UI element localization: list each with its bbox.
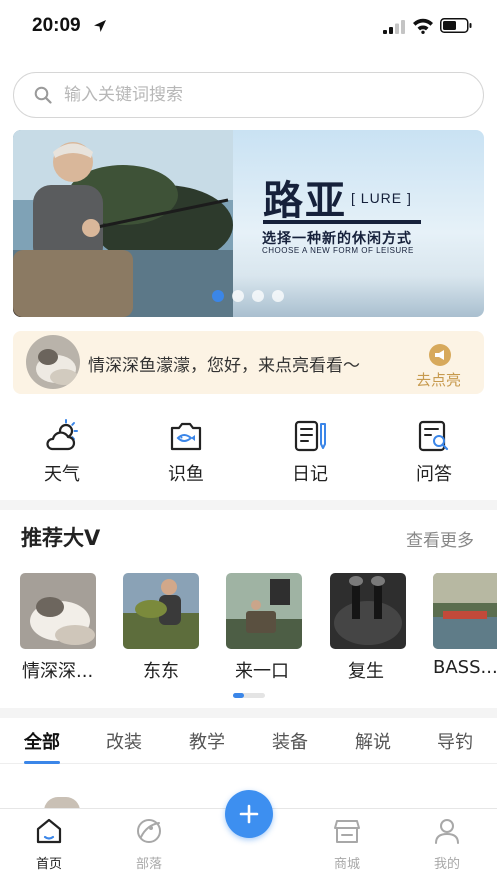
influencer-card[interactable]: 情深深... <box>20 573 96 683</box>
nav-home[interactable]: 首页 <box>19 817 79 877</box>
weather-icon <box>46 419 78 451</box>
plus-icon <box>239 804 259 824</box>
qa-icon <box>418 420 449 452</box>
tab-tutorial[interactable]: 教学 <box>189 728 225 754</box>
location-arrow-icon <box>94 20 106 32</box>
active-tab-indicator <box>24 761 60 764</box>
quick-label-qa: 问答 <box>416 464 452 485</box>
tab-commentary[interactable]: 解说 <box>355 728 391 754</box>
search-icon <box>34 86 52 104</box>
carousel-dot[interactable] <box>252 290 264 302</box>
greeting-card[interactable]: 情深深鱼濛濛，您好，来点亮看看～ 去点亮 <box>13 331 484 394</box>
banner-fisherman-image <box>13 130 233 317</box>
influencer-card[interactable]: 东东 <box>123 573 199 683</box>
light-up-icon <box>429 344 451 366</box>
quick-label-weather: 天气 <box>44 464 80 485</box>
carousel-dot[interactable] <box>272 290 284 302</box>
influencer-card[interactable]: BASS... <box>433 573 497 683</box>
banner-subtitle: 选择一种新的休闲方式 <box>262 231 412 247</box>
nav-store-label: 商城 <box>333 857 360 872</box>
carousel-dot[interactable] <box>232 290 244 302</box>
create-post-button[interactable] <box>225 790 273 838</box>
influencer-avatar <box>433 573 497 649</box>
influencer-avatar <box>20 573 96 649</box>
quick-item-diary[interactable]: 日记 <box>275 412 345 490</box>
nav-profile[interactable]: 我的 <box>417 817 477 877</box>
status-time: 20:09 <box>32 15 81 36</box>
search-bar[interactable] <box>13 72 484 118</box>
influencer-avatar <box>330 573 406 649</box>
tab-guided-fishing[interactable]: 导钓 <box>437 728 473 754</box>
quick-item-weather[interactable]: 天气 <box>27 412 97 490</box>
section-divider <box>0 708 497 718</box>
fish-camera-icon <box>170 422 202 451</box>
store-icon <box>334 820 360 843</box>
category-tabs: 全部 改装 教学 装备 解说 导钓 <box>0 720 497 764</box>
influencer-name: BASS... <box>433 657 497 678</box>
influencer-avatar <box>123 573 199 649</box>
light-up-button[interactable]: 去点亮 <box>413 342 469 389</box>
light-up-label: 去点亮 <box>416 371 462 389</box>
section-divider <box>0 500 497 510</box>
profile-icon <box>435 819 459 844</box>
recommended-title: 推荐大V <box>21 526 101 550</box>
diary-icon <box>294 420 326 452</box>
influencer-name: 情深深... <box>22 661 94 682</box>
quick-label-identify-fish: 识鱼 <box>168 464 204 485</box>
nav-store[interactable]: 商城 <box>317 817 377 877</box>
home-icon <box>36 818 62 844</box>
greeting-text: 情深深鱼濛濛，您好，来点亮看看～ <box>88 356 360 376</box>
quick-item-qa[interactable]: 问答 <box>399 412 469 490</box>
tribe-icon <box>137 819 161 843</box>
tab-all[interactable]: 全部 <box>24 728 60 754</box>
influencer-scroll-indicator <box>233 693 265 698</box>
quick-menu: 天气 识鱼 日记 问答 <box>0 412 497 490</box>
carousel-dot[interactable] <box>212 290 224 302</box>
influencer-card[interactable]: 复生 <box>330 573 406 683</box>
nav-profile-label: 我的 <box>433 857 460 872</box>
user-avatar <box>26 335 80 389</box>
wifi-icon <box>413 18 433 34</box>
nav-home-label: 首页 <box>35 857 62 872</box>
battery-icon <box>440 18 472 33</box>
quick-label-diary: 日记 <box>292 464 328 485</box>
tab-modification[interactable]: 改装 <box>106 728 142 754</box>
banner-tag: [ LURE ] <box>351 190 412 206</box>
banner-brand: 路亚 <box>263 177 347 224</box>
influencer-name: 来一口 <box>235 661 289 682</box>
banner-divider <box>263 220 421 224</box>
search-input[interactable] <box>64 73 464 117</box>
carousel-indicator <box>212 290 292 302</box>
influencer-card[interactable]: 来一口 <box>226 573 302 683</box>
quick-item-identify-fish[interactable]: 识鱼 <box>151 412 221 490</box>
view-more-link[interactable]: 查看更多 <box>406 526 474 551</box>
signal-icon <box>383 20 405 34</box>
status-bar: 20:09 <box>0 0 497 52</box>
influencer-avatar <box>226 573 302 649</box>
nav-tribe[interactable]: 部落 <box>119 817 179 877</box>
promo-banner[interactable]: 路亚 [ LURE ] 选择一种新的休闲方式 CHOOSE A NEW FORM… <box>13 130 484 317</box>
nav-tribe-label: 部落 <box>135 857 162 872</box>
tab-gear[interactable]: 装备 <box>272 728 308 754</box>
scroll-thumb <box>233 693 244 698</box>
banner-subtitle-en: CHOOSE A NEW FORM OF LEISURE <box>262 246 414 255</box>
